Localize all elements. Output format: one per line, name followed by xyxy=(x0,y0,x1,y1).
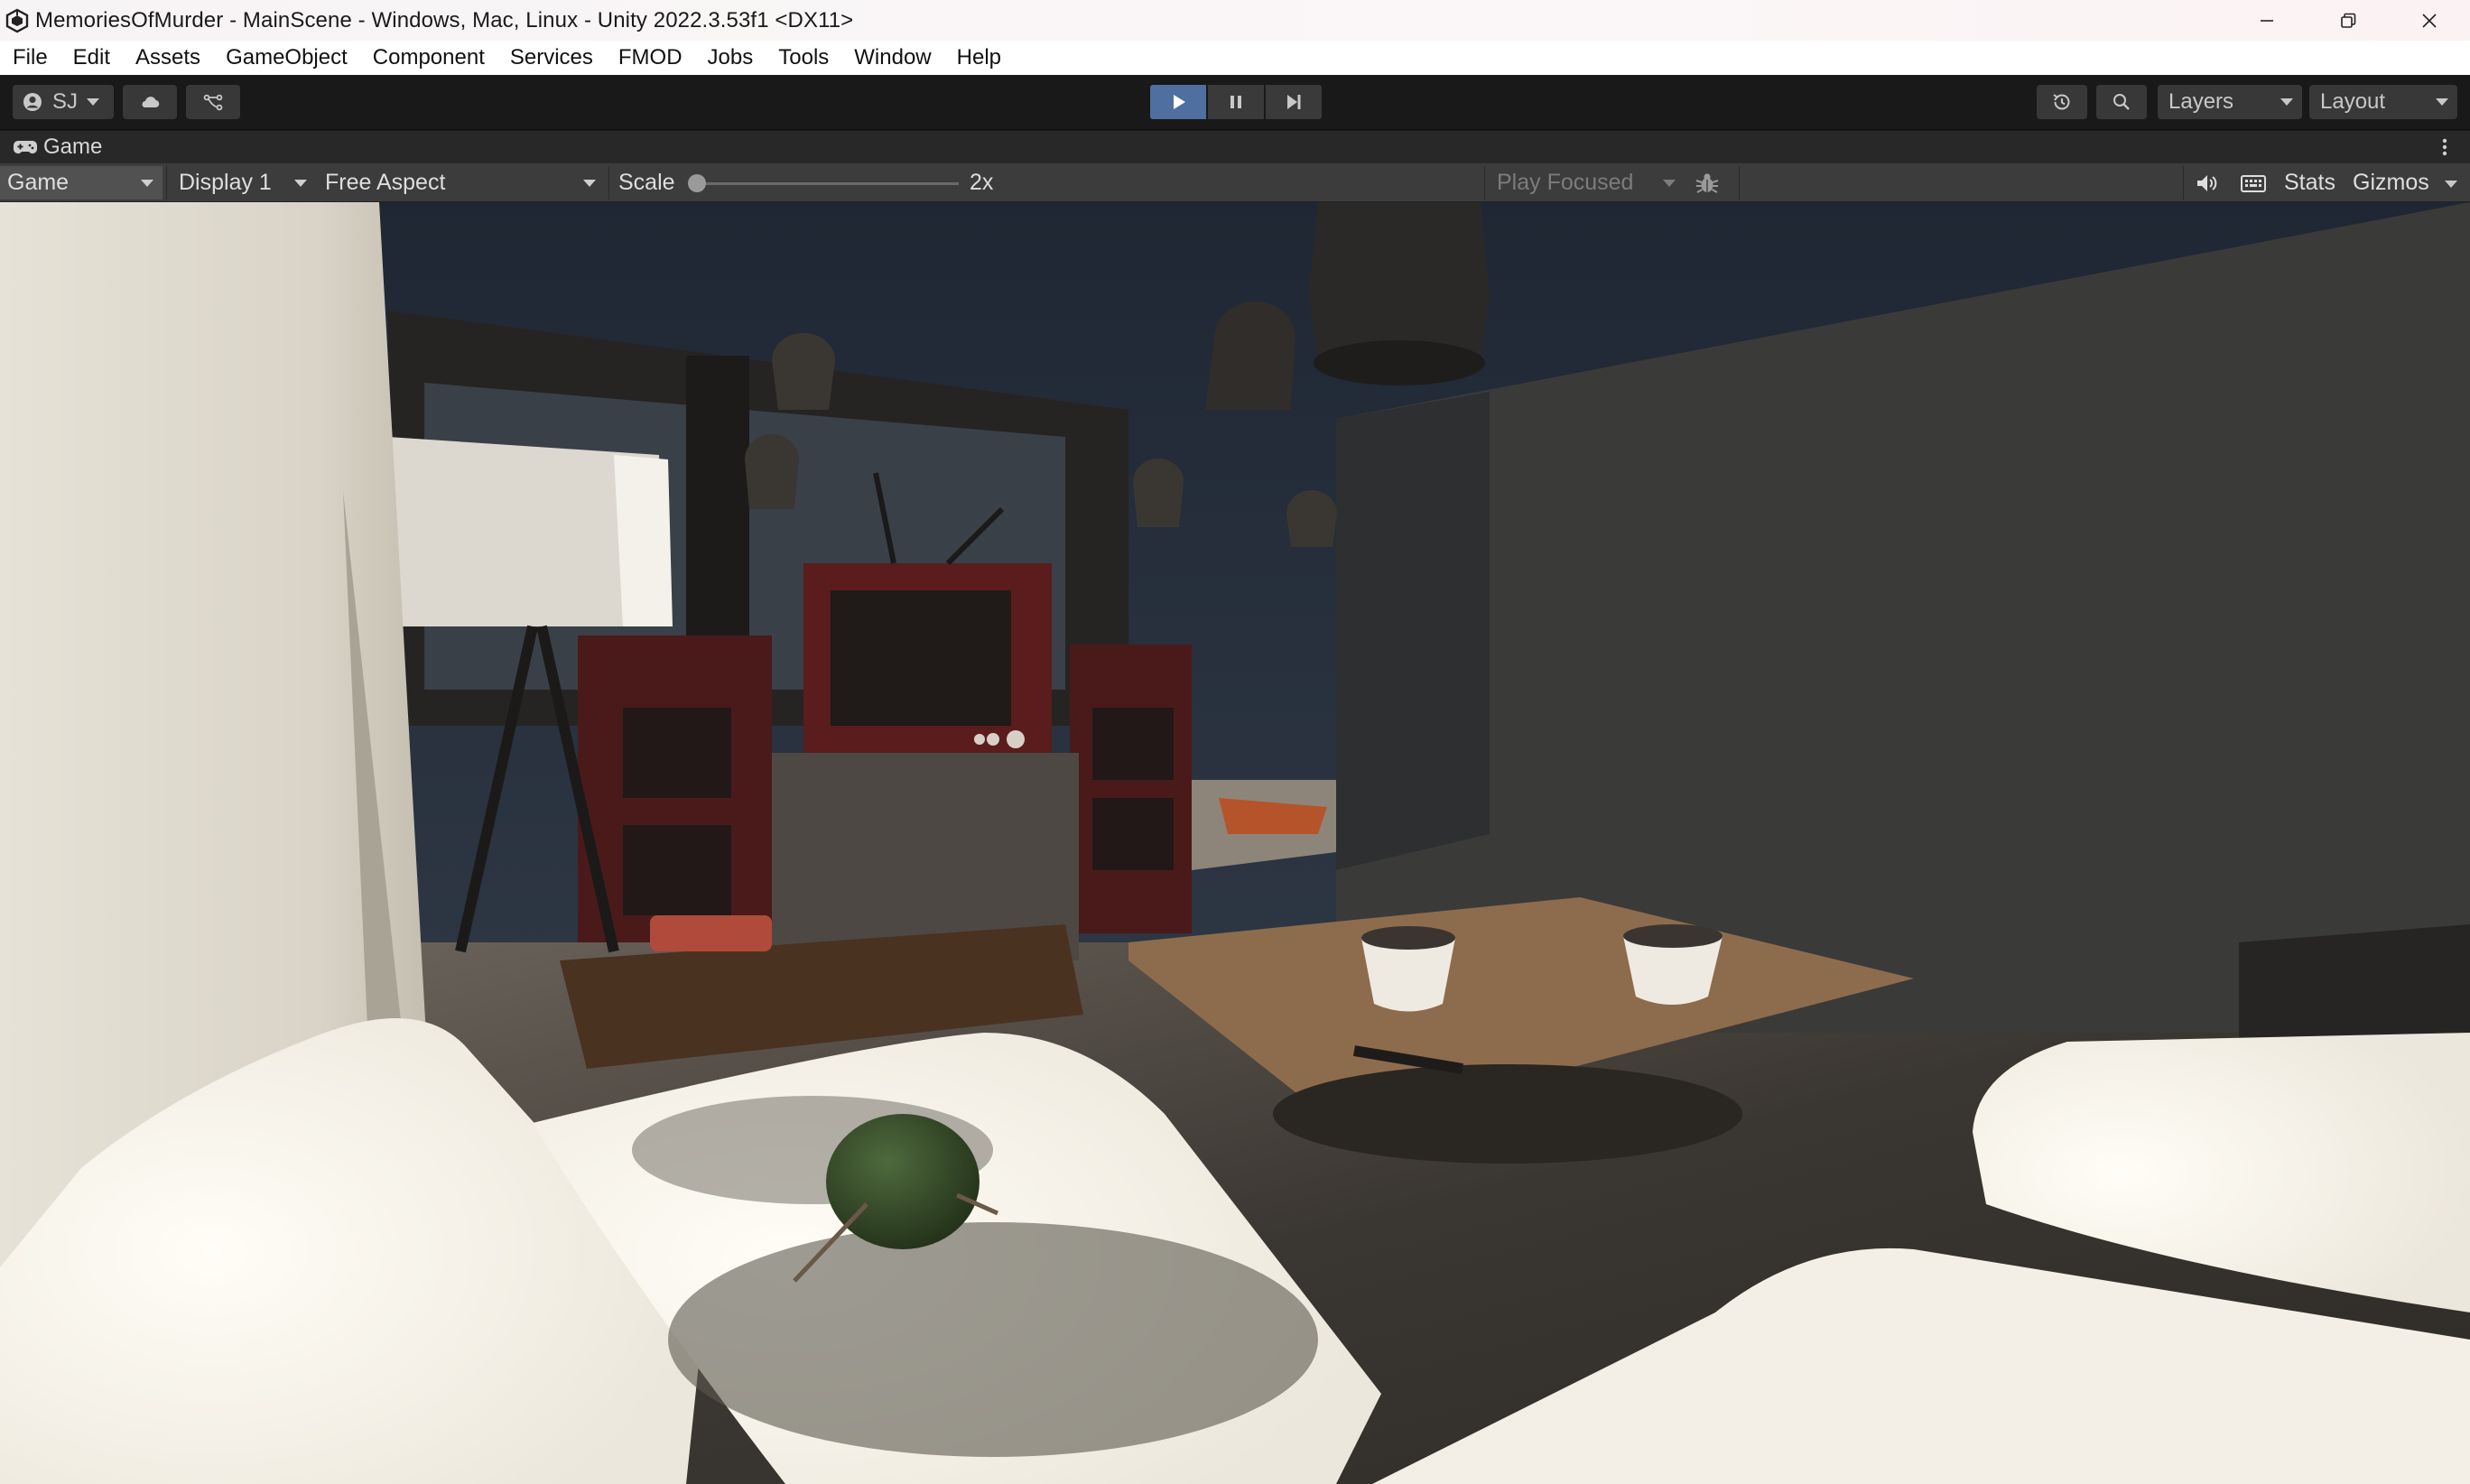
layout-label: Layout xyxy=(2320,89,2386,114)
close-icon xyxy=(2422,13,2437,28)
window-title: MemoriesOfMurder - MainScene - Windows, … xyxy=(35,7,854,32)
pause-icon xyxy=(1230,96,1241,108)
restore-icon xyxy=(2341,13,2356,28)
chevron-down-icon xyxy=(141,179,153,187)
layers-label: Layers xyxy=(2168,89,2234,114)
account-label: SJ xyxy=(52,89,79,114)
aspect-dropdown[interactable]: Free Aspect xyxy=(318,166,605,199)
minimize-icon xyxy=(2261,19,2273,22)
gamepad-icon xyxy=(14,141,37,153)
menu-file[interactable]: File xyxy=(13,45,48,70)
menu-services[interactable]: Services xyxy=(510,45,593,70)
game-view-controlbar: Game Display 1 Free Aspect Scale 2x Play… xyxy=(0,163,2470,202)
more-options-icon[interactable] xyxy=(2439,134,2450,160)
menu-jobs[interactable]: Jobs xyxy=(708,45,754,70)
play-focused-label: Play Focused xyxy=(1497,170,1634,195)
branch-icon xyxy=(203,94,223,111)
game-tab-label: Game xyxy=(43,134,103,159)
main-toolbar: SJ Layers Layout xyxy=(0,75,2470,130)
menu-help[interactable]: Help xyxy=(957,45,1001,70)
scale-slider-thumb[interactable] xyxy=(688,174,706,192)
layout-dropdown[interactable]: Layout xyxy=(2309,85,2457,119)
chevron-down-icon xyxy=(87,98,100,106)
audio-icon[interactable] xyxy=(2194,171,2219,196)
game-viewport[interactable] xyxy=(0,202,2470,1484)
scale-value: 2x xyxy=(970,170,994,195)
restore-button[interactable] xyxy=(2308,0,2389,41)
menu-bar: File Edit Assets GameObject Component Se… xyxy=(0,41,2470,75)
keyboard-icon[interactable] xyxy=(2239,171,2268,196)
bug-icon[interactable] xyxy=(1694,170,1721,197)
unity-logo-icon xyxy=(5,8,29,32)
divider xyxy=(166,166,167,199)
cloud-icon xyxy=(142,97,160,108)
divider xyxy=(1484,166,1485,199)
aspect-label: Free Aspect xyxy=(325,170,446,195)
window-titlebar[interactable]: MemoriesOfMurder - MainScene - Windows, … xyxy=(0,0,2470,41)
pause-button[interactable] xyxy=(1208,85,1264,119)
display-label: Display 1 xyxy=(179,170,272,195)
chevron-down-icon xyxy=(1663,179,1676,187)
menu-edit[interactable]: Edit xyxy=(73,45,110,70)
chevron-down-icon xyxy=(2280,98,2293,106)
menu-assets[interactable]: Assets xyxy=(135,45,200,70)
menu-fmod[interactable]: FMOD xyxy=(618,45,682,70)
menu-gameobject[interactable]: GameObject xyxy=(226,45,348,70)
chevron-down-icon xyxy=(294,179,307,187)
history-icon xyxy=(2053,94,2070,110)
account-dropdown[interactable]: SJ xyxy=(13,85,114,119)
menu-component[interactable]: Component xyxy=(373,45,485,70)
close-button[interactable] xyxy=(2389,0,2470,41)
menu-tools[interactable]: Tools xyxy=(778,45,829,70)
game-window-tabbar: Game xyxy=(0,131,2470,163)
view-mode-label: Game xyxy=(7,170,70,195)
play-icon xyxy=(1174,95,1185,109)
play-focused-dropdown[interactable]: Play Focused xyxy=(1490,166,1685,199)
divider xyxy=(1739,166,1740,199)
layers-dropdown[interactable]: Layers xyxy=(2158,85,2302,119)
play-button[interactable] xyxy=(1150,85,1206,119)
step-icon xyxy=(1287,95,1301,109)
menu-window[interactable]: Window xyxy=(854,45,931,70)
stats-toggle[interactable]: Stats xyxy=(2284,170,2335,196)
view-mode-dropdown[interactable]: Game xyxy=(0,166,162,199)
chevron-down-icon xyxy=(583,179,596,187)
divider xyxy=(2183,166,2184,199)
scale-label: Scale xyxy=(618,170,675,195)
scale-slider-track[interactable] xyxy=(697,182,959,185)
cloud-button[interactable] xyxy=(123,85,177,119)
tab-game[interactable]: Game xyxy=(0,134,102,160)
step-button[interactable] xyxy=(1266,85,1322,119)
undo-history-button[interactable] xyxy=(2037,85,2087,119)
game-render-image xyxy=(0,202,2470,1484)
gizmos-toggle[interactable]: Gizmos xyxy=(2353,170,2429,196)
display-dropdown[interactable]: Display 1 xyxy=(172,166,316,199)
search-button[interactable] xyxy=(2096,85,2147,119)
minimize-button[interactable] xyxy=(2226,0,2308,41)
divider xyxy=(608,166,609,199)
search-icon xyxy=(2113,94,2130,110)
version-control-button[interactable] xyxy=(186,85,240,119)
account-icon xyxy=(23,93,42,111)
chevron-down-icon[interactable] xyxy=(2445,181,2457,188)
chevron-down-icon xyxy=(2436,98,2448,106)
